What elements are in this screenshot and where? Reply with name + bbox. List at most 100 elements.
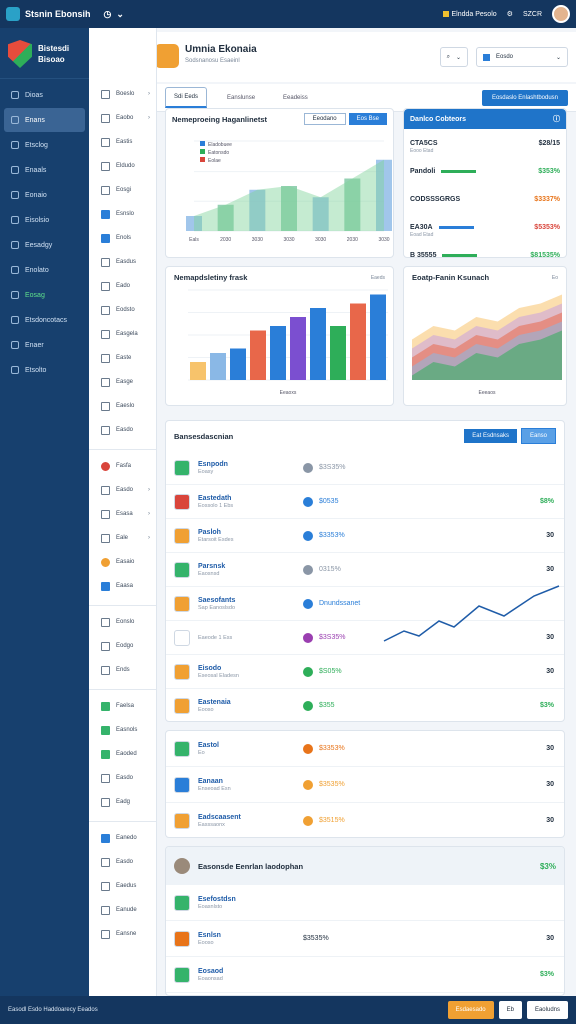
activity-button-1[interactable]: Eat Esdnsaks [464,429,517,443]
status-dot-icon [303,598,313,609]
nav-item[interactable]: Faelsa [89,694,156,718]
nav-item[interactable]: Ends [89,658,156,682]
status-dot-icon [303,462,313,473]
list-item[interactable]: Eadscaasent Easssaonx $3515% 30 [166,803,564,837]
list-item[interactable]: Eanaan Enseoad Esn $3535% 30 [166,767,564,803]
status-badge[interactable]: Elndda Pesolo [442,11,497,18]
list-item[interactable]: Esefostdsn Eoasnlsto [166,885,564,921]
item-sub: Eoaonsad [198,975,223,982]
market-row[interactable]: CTA5CS $28/15 Eooo Etad [404,129,566,157]
nav-item[interactable]: Eaobo › [89,106,156,130]
footer-secondary-button[interactable]: Eaoludns [526,1001,568,1019]
sidebar-item[interactable]: Eesadgy [4,233,85,257]
activity-button-2[interactable]: Eanso [520,428,556,444]
ticker-value: $353% [538,167,560,175]
nav-item[interactable]: Eaasa [89,574,156,598]
footer-button[interactable]: Eb [498,1001,522,1019]
sidebar-item[interactable]: Eisolsio [4,208,85,232]
nav-icon [101,485,110,495]
list-item[interactable]: Eastedath Eossolo 1 Ebs $0535 $8% [166,485,564,519]
legend-swatch [200,157,205,162]
nav-item[interactable]: Eosgi [89,178,156,202]
area-series [194,159,384,231]
ticker-value: $3337% [534,195,560,203]
info-icon[interactable]: ⓘ [553,114,560,124]
market-row[interactable]: CODSSSGRGS $3337% [404,185,566,213]
tab-second[interactable]: Eanslunse [219,89,263,107]
nav-item[interactable]: Eaedus [89,874,156,898]
list-item[interactable]: Eosaod Eoaonsad $3% [166,957,564,993]
list-item[interactable]: Eisodo Eseosal Eladesn $S05% 30 [166,655,564,689]
nav-item[interactable]: Easdus [89,250,156,274]
nav-item-label: Fasfa [116,463,132,469]
nav-item[interactable]: Eastis [89,130,156,154]
nav-item[interactable]: Easgela [89,322,156,346]
list-item[interactable]: Esnpodn Eoasy $3S35% [166,451,564,485]
nav-item[interactable]: Boeslo › [89,82,156,106]
list-item[interactable]: Pasloh Etarsoit Esdes $3353% 30 [166,519,564,553]
nav-item[interactable]: Easnols [89,718,156,742]
nav-item[interactable]: Fasfa [89,454,156,478]
nav-icon [11,91,19,99]
sidebar-item[interactable]: Dioas [4,83,85,107]
nav-item[interactable]: Eadg [89,790,156,814]
sidebar-item[interactable]: Eonaio [4,183,85,207]
sidebar-item[interactable]: Enaer [4,333,85,357]
nav-item[interactable]: Eodgo [89,634,156,658]
nav-item[interactable]: Eaeslo [89,394,156,418]
sidebar-item[interactable]: Enaals [4,158,85,182]
search-icon: ⌕ [446,53,450,60]
nav-item[interactable]: Eldudo [89,154,156,178]
sidebar-item-label: Etsolto [25,366,47,374]
tab-third[interactable]: Eeadeiss [275,89,316,107]
sidebar-item[interactable]: Enolato [4,258,85,282]
nav-item[interactable]: Eanude [89,898,156,922]
nav-item[interactable]: Esnslo [89,202,156,226]
nav-item[interactable]: Eanedo [89,826,156,850]
chart-button-2[interactable]: Eos Bse [348,113,387,125]
primary-action-button[interactable]: Eosdaslo Enlashtbodusn [481,89,568,106]
chart-button-1[interactable]: Eeodano [303,113,346,125]
nav-item[interactable]: Eale › [89,526,156,550]
sidebar-item[interactable]: Etsclog [4,133,85,157]
brand[interactable]: Stsnin Ebonsih ◷ ⌄ [6,7,124,21]
nav-item[interactable]: Easge [89,370,156,394]
nav-icon [101,329,110,339]
chevron-down-icon[interactable]: ⌄ [116,9,124,20]
search-button[interactable]: ⌕ ⌄ [439,47,468,67]
nav-item[interactable]: Easdo › [89,478,156,502]
market-row[interactable]: Pandoli $353% [404,157,566,185]
chart-card-area: Nemeproeing Haganlinetst Eeodano Eos Bse… [165,108,394,258]
market-row[interactable]: B 35555 $81535% [404,241,566,269]
nav-item[interactable]: Easdo [89,766,156,790]
nav-item[interactable]: Eansne [89,922,156,946]
nav-item[interactable]: Easdo [89,418,156,442]
nav-item[interactable]: Eaoded [89,742,156,766]
sidebar-item[interactable]: Eosag [4,283,85,307]
settings-icon[interactable]: ⚙ [507,10,513,18]
nav-item[interactable]: Easdo [89,850,156,874]
list-item[interactable]: Eastenaia Eooso $355 $3% [166,689,564,721]
view-select[interactable]: Eosdo ⌄ [476,47,568,67]
clock-icon[interactable]: ◷ [104,9,112,20]
nav-item[interactable]: Easte [89,346,156,370]
sidebar-item[interactable]: Etsdoncotacs [4,308,85,332]
tab-overview[interactable]: Sdi Eeds [165,87,208,108]
sidebar-item[interactable]: Enans [4,108,85,132]
nav-item[interactable]: Enols [89,226,156,250]
nav-item[interactable]: Esasa › [89,502,156,526]
nav-item[interactable]: Eonslo [89,610,156,634]
sidebar-item[interactable]: Etsolto [4,358,85,382]
list-item[interactable]: Eastol Eo $3353% 30 [166,731,564,767]
item-amount: $3535% [319,781,345,788]
item-sub: Eossolo 1 Ebs [198,502,234,509]
footer-primary-button[interactable]: Esdaesado [447,1001,494,1019]
nav-item[interactable]: Eodsto [89,298,156,322]
nav-item[interactable]: Easaio [89,550,156,574]
chart-card-bar: Nemapdsletiny frask Eaeds Eeaoxs [165,266,394,406]
item-icon [174,527,190,544]
avatar[interactable] [552,5,570,23]
market-row[interactable]: EA30A $5353% Eoad Etad [404,213,566,241]
nav-item[interactable]: Eado [89,274,156,298]
list-item[interactable]: Esnlsn Eooso $3535% 30 [166,921,564,957]
